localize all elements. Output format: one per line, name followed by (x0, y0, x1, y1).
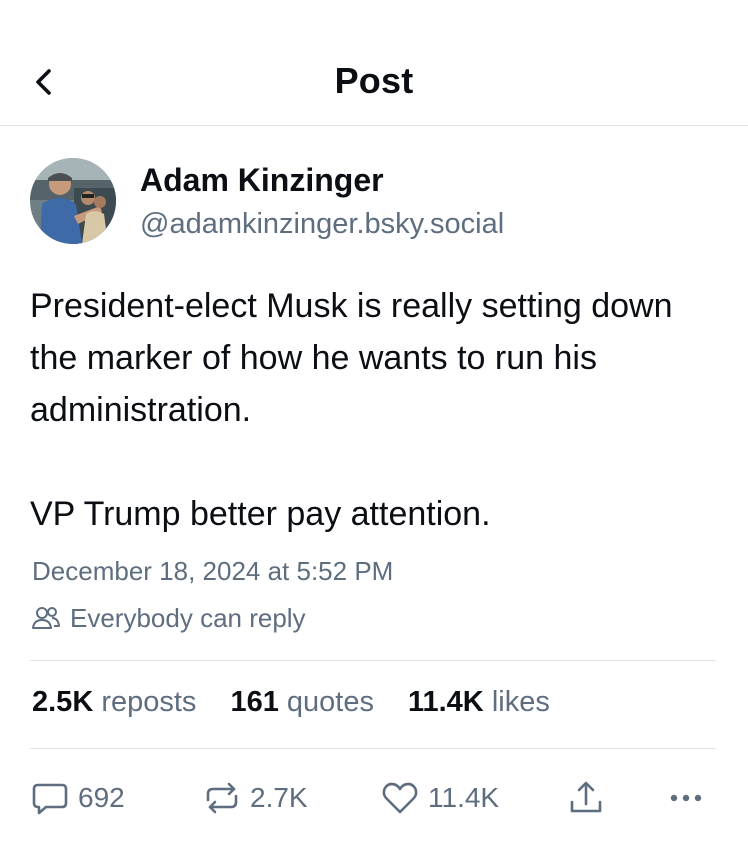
repost-arrows-icon (206, 782, 238, 814)
ellipsis-icon (670, 794, 702, 802)
like-button[interactable]: 11.4K (380, 774, 499, 822)
divider (30, 748, 716, 749)
author-display-name[interactable]: Adam Kinzinger (140, 162, 384, 199)
share-upload-icon (570, 781, 602, 813)
reply-button[interactable]: 692 (30, 774, 125, 822)
reply-setting[interactable]: Everybody can reply (30, 602, 306, 634)
speech-bubble-icon (32, 783, 68, 815)
post-author: Adam Kinzinger @adamkinzinger.bsky.socia… (30, 158, 720, 248)
like-count: 11.4K (428, 782, 500, 813)
post-actions: 692 2.7K 11.4K (30, 774, 720, 822)
quotes-stat[interactable]: 161 quotes (230, 686, 374, 719)
likes-stat[interactable]: 11.4K likes (408, 686, 550, 719)
avatar[interactable] (30, 158, 116, 244)
more-options-button[interactable] (664, 774, 708, 822)
divider (30, 660, 716, 661)
top-bar: Post (0, 0, 748, 126)
heart-icon (382, 782, 418, 814)
page-title: Post (334, 60, 414, 101)
reply-setting-label: Everybody can reply (70, 602, 306, 633)
reposts-label: reposts (101, 686, 197, 718)
quotes-count: 161 (230, 686, 279, 718)
people-icon (30, 602, 62, 634)
post-timestamp: December 18, 2024 at 5:52 PM (32, 556, 394, 586)
reposts-count: 2.5K (32, 686, 94, 718)
author-handle[interactable]: @adamkinzinger.bsky.social (140, 208, 504, 241)
reposts-stat[interactable]: 2.5K reposts (32, 686, 196, 719)
reply-count: 692 (78, 782, 125, 813)
share-button[interactable] (566, 774, 606, 822)
likes-label: likes (491, 686, 550, 718)
repost-count: 2.7K (250, 782, 308, 813)
post-text: President-elect Musk is really setting d… (30, 287, 673, 533)
repost-button[interactable]: 2.7K (202, 774, 308, 822)
quotes-label: quotes (286, 686, 374, 718)
post-stats: 2.5K reposts 161 quotes 11.4K likes (32, 686, 584, 719)
likes-count: 11.4K (407, 686, 484, 718)
